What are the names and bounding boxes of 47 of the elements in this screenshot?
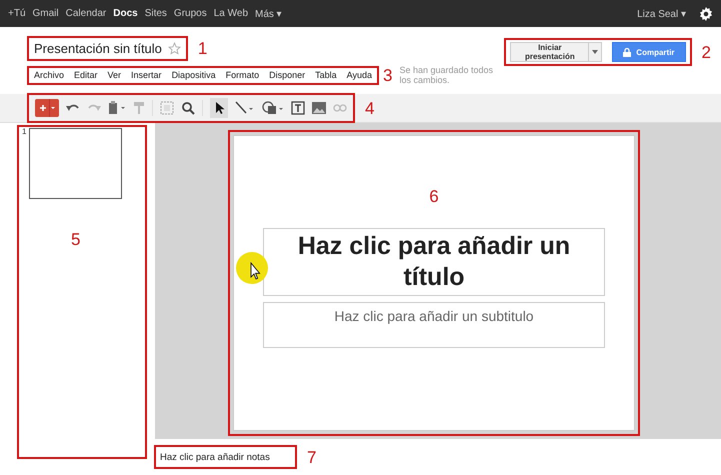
- annotation-number: 5: [71, 231, 80, 248]
- notes-placeholder[interactable]: Haz clic para añadir notas: [160, 452, 270, 462]
- menu-item[interactable]: Disponer: [269, 70, 306, 80]
- annotation-number: 2: [702, 44, 711, 60]
- present-button[interactable]: Iniciar presentación: [510, 42, 590, 62]
- text-box-icon[interactable]: [291, 101, 305, 115]
- menu-item[interactable]: Ver: [108, 70, 122, 80]
- shape-tool-icon[interactable]: [262, 101, 284, 115]
- menu-item[interactable]: Insertar: [131, 70, 162, 80]
- annotation-number: 3: [383, 66, 392, 84]
- user-menu[interactable]: Liza Seal ▾: [637, 8, 686, 20]
- annotation-number: 4: [365, 100, 374, 116]
- nav-link[interactable]: Gmail: [32, 8, 59, 19]
- nav-link[interactable]: La Web: [214, 8, 248, 19]
- nav-link[interactable]: Más ▾: [255, 8, 282, 20]
- menu-item[interactable]: Editar: [74, 70, 98, 80]
- caret-icon: [592, 50, 598, 54]
- dropdown-button[interactable]: [589, 42, 602, 62]
- cursor-highlight-icon: [236, 252, 268, 284]
- nav-link[interactable]: +Tú: [8, 8, 26, 19]
- star-icon[interactable]: [168, 42, 181, 55]
- select-tool-icon[interactable]: [210, 98, 228, 118]
- document-title[interactable]: Presentación sin título: [34, 41, 162, 56]
- save-status: Se han guardado todos los cambios.: [399, 65, 494, 85]
- annotation-number: 1: [198, 40, 208, 57]
- annotation-number: 7: [307, 448, 316, 466]
- image-icon[interactable]: [312, 102, 326, 114]
- line-tool-icon[interactable]: [235, 101, 255, 115]
- settings-icon[interactable]: [699, 6, 713, 20]
- nav-link[interactable]: Calendar: [66, 8, 106, 19]
- nav-link[interactable]: Docs: [113, 8, 138, 19]
- menu-item[interactable]: Diapositiva: [172, 70, 216, 80]
- slide-thumbnail[interactable]: [29, 128, 122, 199]
- subtitle-placeholder[interactable]: Haz clic para añadir un subtitulo: [263, 302, 605, 348]
- slide-number: 1: [22, 127, 26, 136]
- annotation-number: 6: [429, 188, 439, 205]
- new-slide-button[interactable]: [35, 99, 59, 117]
- menu-item[interactable]: Formato: [226, 70, 260, 80]
- paste-icon[interactable]: [108, 101, 126, 115]
- menu-item[interactable]: Archivo: [34, 70, 64, 80]
- zoom-icon[interactable]: [181, 101, 195, 115]
- menu-item[interactable]: Tabla: [315, 70, 337, 80]
- lock-icon: [623, 48, 632, 56]
- nav-link[interactable]: Sites: [144, 8, 167, 19]
- title-placeholder[interactable]: Haz clic para añadir un título: [263, 228, 605, 296]
- menu-item[interactable]: Ayuda: [346, 70, 372, 80]
- nav-link[interactable]: Grupos: [174, 8, 207, 19]
